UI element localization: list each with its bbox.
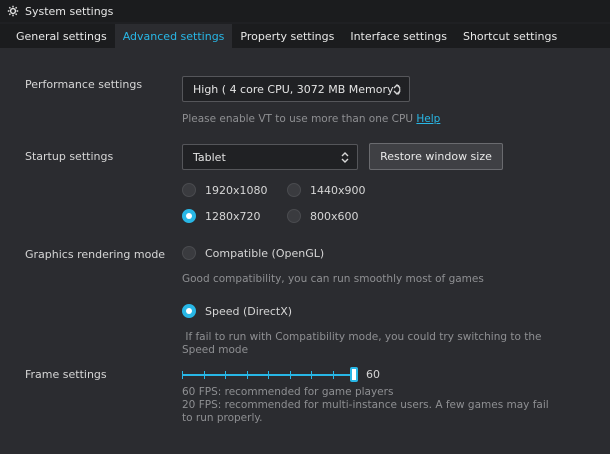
slider-tick (290, 371, 291, 379)
slider-tick (333, 371, 334, 379)
radio-dot (182, 183, 196, 197)
slider-tick (204, 371, 205, 379)
resolution-1920x1080-radio[interactable]: 1920x1080 (182, 183, 268, 197)
performance-select-value: High ( 4 core CPU, 3072 MB Memory ) (193, 82, 402, 96)
radio-dot (287, 183, 301, 197)
compatible-hint: Good compatibility, you can run smoothly… (182, 273, 484, 285)
startup-settings-label: Startup settings (25, 150, 114, 163)
speed-directx-label: Speed (DirectX) (205, 304, 293, 318)
resolution-1280x720-radio[interactable]: 1280x720 (182, 209, 261, 223)
performance-settings-label: Performance settings (25, 78, 143, 91)
compatible-opengl-radio[interactable]: Compatible (OpenGL) (182, 246, 324, 260)
window-title: System settings (25, 4, 114, 18)
help-link[interactable]: Help (416, 113, 440, 125)
tab-interface-settings[interactable]: Interface settings (342, 24, 455, 48)
resolution-label: 1440x900 (310, 183, 366, 197)
tab-property-settings[interactable]: Property settings (232, 24, 342, 48)
resolution-800x600-radio[interactable]: 800x600 (287, 209, 359, 223)
slider-tick (268, 371, 269, 379)
slider-tick (225, 371, 226, 379)
radio-dot-selected (182, 209, 196, 223)
startup-select-value: Tablet (193, 150, 226, 164)
slider-tick (182, 371, 183, 379)
tab-general-settings[interactable]: General settings (0, 24, 115, 48)
fps-value: 60 (366, 368, 380, 381)
radio-dot (287, 209, 301, 223)
resolution-label: 1920x1080 (205, 183, 268, 197)
slider-tick (247, 371, 248, 379)
tab-advanced-settings[interactable]: Advanced settings (114, 24, 233, 48)
chevron-updown-icon (341, 152, 349, 163)
graphics-rendering-mode-label: Graphics rendering mode (25, 248, 166, 261)
resolution-1440x900-radio[interactable]: 1440x900 (287, 183, 366, 197)
fps-hint-20: 20 FPS: recommended for multi-instance u… (182, 399, 549, 424)
speed-hint: If fail to run with Compatibility mode, … (182, 331, 545, 356)
gear-icon (7, 5, 19, 17)
resolution-label: 1280x720 (205, 209, 261, 223)
compatible-opengl-label: Compatible (OpenGL) (205, 246, 325, 260)
performance-hint-text: Please enable VT to use more than one CP… (182, 113, 414, 125)
tab-shortcut-settings[interactable]: Shortcut settings (455, 24, 565, 48)
tab-bar: General settings Advanced settings Prope… (0, 24, 610, 48)
performance-select[interactable]: High ( 4 core CPU, 3072 MB Memory ) (182, 76, 410, 102)
radio-dot (182, 246, 196, 260)
slider-track (182, 374, 357, 376)
title-bar: System settings (0, 0, 610, 22)
speed-directx-radio[interactable]: Speed (DirectX) (182, 304, 292, 318)
slider-thumb[interactable] (350, 367, 358, 382)
startup-select[interactable]: Tablet (182, 144, 358, 170)
frame-settings-label: Frame settings (25, 368, 107, 381)
chevron-updown-icon (393, 84, 401, 95)
performance-hint: Please enable VT to use more than one CP… (182, 113, 440, 126)
fps-slider[interactable] (182, 367, 358, 383)
radio-dot-selected (182, 304, 196, 318)
slider-tick (311, 371, 312, 379)
fps-hint-60: 60 FPS: recommended for game players (182, 386, 394, 398)
resolution-label: 800x600 (310, 209, 359, 223)
restore-window-size-button[interactable]: Restore window size (369, 143, 503, 170)
